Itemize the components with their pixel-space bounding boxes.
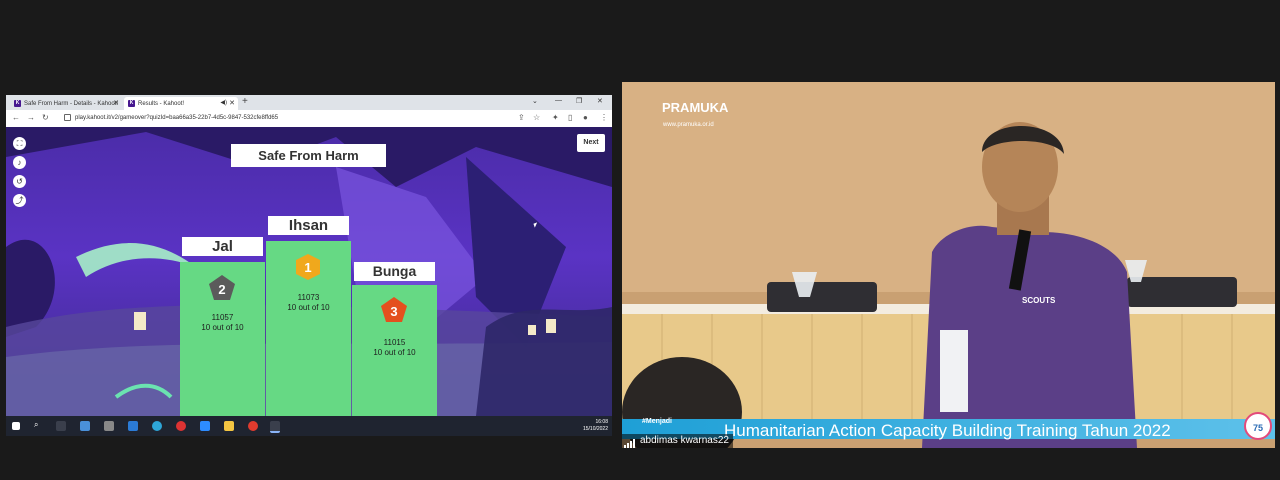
back-icon[interactable]: ← bbox=[12, 113, 20, 122]
edge-icon[interactable] bbox=[152, 421, 162, 431]
podium-name-second: Jal bbox=[182, 237, 263, 256]
close-window-icon[interactable]: ✕ bbox=[597, 97, 603, 105]
replay-icon[interactable]: ↺ bbox=[13, 175, 26, 188]
kahoot-favicon-icon: K bbox=[128, 100, 135, 107]
speaker-icon[interactable]: ◀) bbox=[220, 99, 227, 106]
share-icon[interactable]: ⇪ bbox=[518, 113, 525, 122]
reload-icon[interactable]: ↻ bbox=[42, 113, 49, 122]
bronze-medal-icon: 3 bbox=[381, 297, 407, 322]
task-view-icon[interactable] bbox=[56, 421, 66, 431]
taskbar-clock[interactable]: 16:08 15/10/2022 bbox=[583, 419, 608, 433]
address-bar: ← → ↻ play.kahoot.it/v2/gameover?quizId=… bbox=[6, 110, 612, 128]
podium-score-first: 11073 10 out of 10 bbox=[287, 293, 330, 312]
profile-avatar-icon[interactable]: ● bbox=[583, 113, 588, 122]
podium-name-first: Ihsan bbox=[268, 216, 349, 235]
pramuka-logo: PRAMUKA bbox=[662, 100, 729, 115]
menu-icon[interactable]: ⋮ bbox=[600, 113, 608, 122]
app-icon[interactable] bbox=[176, 421, 186, 431]
podium-score-third: 11015 10 out of 10 bbox=[373, 338, 416, 357]
app-icon[interactable] bbox=[104, 421, 114, 431]
pramuka-url: www.pramuka.or.id bbox=[663, 122, 714, 128]
extensions-icon[interactable]: ✦ bbox=[552, 113, 559, 122]
shirt-text: SCOUTS bbox=[1022, 296, 1056, 305]
chrome-icon[interactable] bbox=[270, 421, 280, 433]
screen-share: K Safe From Harm - Details - Kahoot! ✕ K… bbox=[6, 95, 612, 436]
anniversary-badge: 75 bbox=[1244, 412, 1272, 440]
banner-title: Humanitarian Action Capacity Building Tr… bbox=[724, 421, 1171, 440]
minimize-icon[interactable]: — bbox=[555, 97, 562, 104]
silver-medal-icon: 2 bbox=[209, 275, 235, 300]
tab-search-icon[interactable]: ⌄ bbox=[532, 97, 538, 105]
svg-text:3: 3 bbox=[390, 304, 397, 319]
zoom-icon[interactable] bbox=[200, 421, 210, 431]
lock-icon bbox=[64, 113, 71, 121]
next-button[interactable]: Next bbox=[577, 134, 605, 152]
sidebar-icon[interactable]: ▯ bbox=[568, 113, 572, 122]
banner-hashtag: #Menjadi bbox=[642, 418, 672, 425]
svg-text:1: 1 bbox=[304, 260, 311, 275]
podium-score-second: 11057 10 out of 10 bbox=[201, 313, 244, 332]
gold-medal-icon: 1 bbox=[296, 254, 320, 280]
app-icon[interactable] bbox=[248, 421, 258, 431]
participant-nameplate: abdimas kwarnas22 bbox=[622, 434, 733, 448]
participant-video: PRAMUKA www.pramuka.or.id SCOUTS #Menjad… bbox=[622, 82, 1275, 448]
browser-tab-results[interactable]: K Results - Kahoot! ◀) ✕ bbox=[124, 97, 238, 110]
search-icon[interactable]: ⌕ bbox=[34, 420, 44, 430]
quiz-title: Safe From Harm bbox=[231, 144, 386, 167]
forward-icon[interactable]: → bbox=[27, 113, 35, 122]
bookmark-star-icon[interactable]: ☆ bbox=[533, 113, 540, 122]
kahoot-results-stage: ⛶ ♪ ↺ ⤴ Safe From Harm Next Jal 2 11057 … bbox=[6, 127, 612, 416]
app-icon[interactable] bbox=[80, 421, 90, 431]
mail-icon[interactable] bbox=[128, 421, 138, 431]
maximize-icon[interactable]: ❐ bbox=[576, 97, 582, 105]
fullscreen-icon[interactable]: ⛶ bbox=[13, 137, 26, 150]
svg-text:2: 2 bbox=[218, 282, 225, 297]
connection-signal-icon bbox=[624, 434, 636, 448]
podium-name-third: Bunga bbox=[354, 262, 435, 281]
new-tab-button[interactable]: + bbox=[242, 96, 248, 107]
close-tab-icon[interactable]: ✕ bbox=[113, 99, 119, 107]
start-icon[interactable] bbox=[12, 422, 20, 430]
windows-taskbar: ⌕ 16:08 15/10/2022 bbox=[6, 416, 612, 436]
browser-tab-details[interactable]: K Safe From Harm - Details - Kahoot! ✕ bbox=[10, 97, 122, 110]
browser-tab-bar: K Safe From Harm - Details - Kahoot! ✕ K… bbox=[6, 95, 612, 110]
url-field[interactable]: play.kahoot.it/v2/gameover?quizId=baa66a… bbox=[64, 113, 514, 124]
camera-scene bbox=[622, 82, 1275, 448]
file-explorer-icon[interactable] bbox=[224, 421, 234, 431]
share-game-icon[interactable]: ⤴ bbox=[13, 194, 26, 207]
kahoot-favicon-icon: K bbox=[14, 100, 21, 107]
close-tab-icon[interactable]: ✕ bbox=[229, 99, 235, 107]
sound-icon[interactable]: ♪ bbox=[13, 156, 26, 169]
